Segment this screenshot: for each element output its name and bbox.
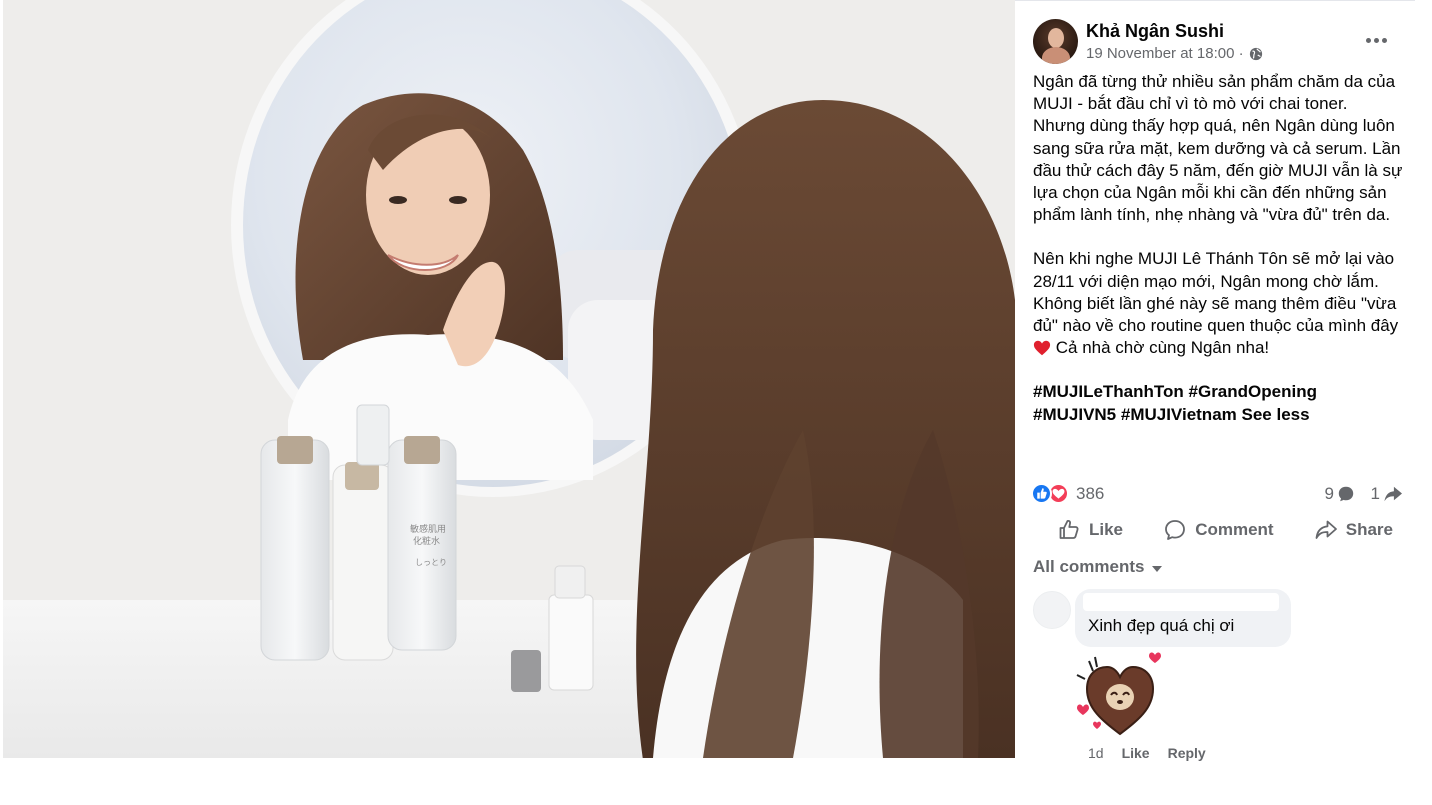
comment-bubble-icon	[1338, 486, 1354, 502]
chevron-down-icon	[1152, 565, 1163, 572]
post-header: Khả Ngân Sushi 19 November at 18:00 ·	[1033, 19, 1413, 67]
post-panel: Khả Ngân Sushi 19 November at 18:00 · Ng…	[1015, 0, 1415, 805]
commenter-avatar[interactable]	[1033, 591, 1071, 629]
photo-illustration: 敏感肌用 化粧水 しっとり	[3, 0, 1015, 758]
post-paragraph-2-end: Cả nhà chờ cùng Ngân nha!	[1055, 338, 1270, 358]
comment-like-button[interactable]: Like	[1122, 745, 1150, 761]
commenter-name-redacted	[1083, 593, 1279, 611]
share-count-value: 1	[1370, 484, 1380, 503]
comment-text: Xinh đẹp quá chị ơi	[1088, 616, 1235, 635]
share-icon	[1315, 520, 1337, 539]
post-meta: 19 November at 18:00 ·	[1086, 45, 1263, 62]
share-count[interactable]: 1	[1371, 484, 1403, 504]
comment-count[interactable]: 9	[1325, 484, 1355, 504]
like-button[interactable]: Like	[1057, 513, 1123, 547]
comment-count-value: 9	[1324, 484, 1334, 503]
comments-filter-label: All comments	[1033, 557, 1145, 576]
see-less-link[interactable]: See less	[1242, 405, 1310, 424]
hashtags: #MUJILeThanhTon #GrandOpening #MUJIVN5 #…	[1033, 381, 1403, 425]
post-actions: Like Comment Share	[1033, 513, 1403, 547]
post-timestamp[interactable]: 19 November at 18:00 ·	[1086, 45, 1244, 62]
comment-actions: 1d Like Reply	[1088, 745, 1206, 761]
author-avatar[interactable]	[1033, 19, 1078, 64]
share-button[interactable]: Share	[1314, 513, 1393, 547]
bottle-label-3: しっとり	[415, 558, 447, 567]
author-name[interactable]: Khả Ngân Sushi	[1086, 21, 1224, 42]
post-paragraph-2: Nên khi nghe MUJI Lê Thánh Tôn sẽ mở lại…	[1033, 248, 1403, 359]
comment-reply-button[interactable]: Reply	[1168, 745, 1206, 761]
post-paragraph-1: Ngân đã từng thử nhiều sản phẩm chăm da …	[1033, 72, 1403, 225]
comment-icon	[1165, 520, 1186, 540]
comments-filter-dropdown[interactable]: All comments	[1033, 557, 1163, 577]
post-text: Ngân đã từng thử nhiều sản phẩm chăm da …	[1033, 71, 1403, 448]
globe-icon	[1249, 47, 1262, 60]
reaction-like-icon[interactable]	[1031, 483, 1052, 504]
comment-bubble: Xinh đẹp quá chị ơi	[1075, 589, 1291, 647]
like-button-label: Like	[1089, 520, 1124, 539]
share-button-label: Share	[1345, 520, 1393, 539]
comment-time[interactable]: 1d	[1088, 745, 1104, 761]
heart-icon	[1033, 341, 1051, 356]
comment-button-label: Comment	[1195, 520, 1274, 539]
comment-button[interactable]: Comment	[1163, 513, 1274, 547]
more-icon[interactable]	[1361, 29, 1391, 51]
sloth-heart-sticker	[1076, 652, 1161, 736]
post-paragraph-2-text: Nên khi nghe MUJI Lê Thánh Tôn sẽ mở lại…	[1033, 249, 1399, 336]
reactions-bar: 386 9 1	[1031, 481, 1405, 507]
share-arrow-icon	[1384, 486, 1402, 502]
like-icon	[1059, 519, 1079, 539]
bottle-label-2: 化粧水	[413, 535, 440, 547]
bottle-label-1: 敏感肌用	[410, 523, 446, 535]
post-photo[interactable]: 敏感肌用 化粧水 しっとり	[3, 0, 1015, 758]
reaction-count[interactable]: 386	[1076, 484, 1104, 504]
